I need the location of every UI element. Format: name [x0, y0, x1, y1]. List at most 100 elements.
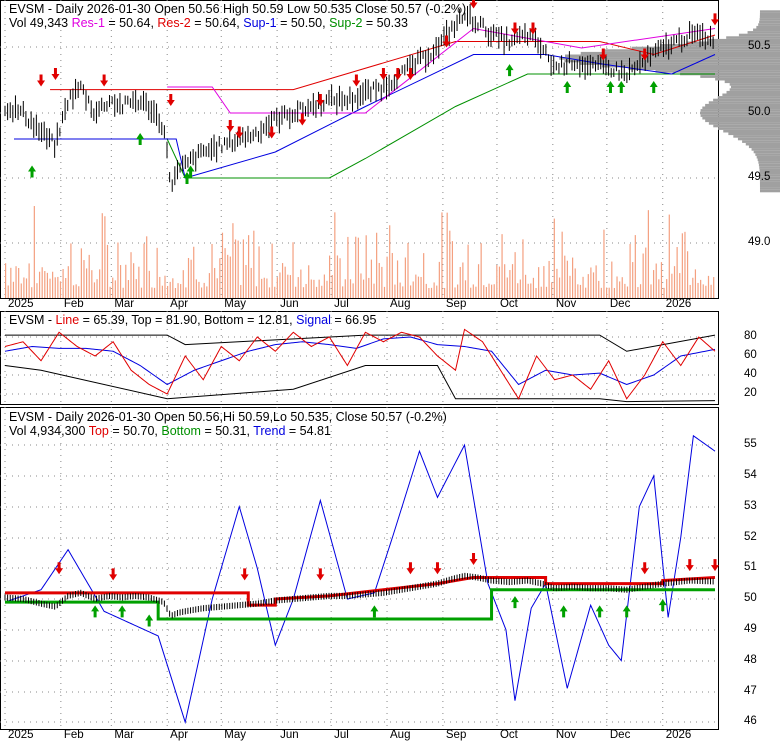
volume-bar [577, 284, 579, 298]
volume-bar [498, 266, 501, 298]
volume-bar [710, 284, 712, 298]
volume-bar [310, 279, 312, 298]
volume-bar [38, 271, 41, 298]
x-tick-label: Nov [555, 729, 577, 741]
volume-bar [663, 287, 665, 298]
volume-bar [394, 284, 396, 298]
volume-bar [289, 275, 292, 298]
volume-bar [522, 239, 524, 298]
volume-bar [446, 212, 448, 298]
volume-bar [412, 281, 414, 298]
volume-profile-bar [708, 101, 780, 104]
volume-bar [336, 255, 339, 298]
y-tick-label: 50.0 [748, 106, 771, 118]
volume-bar [109, 286, 111, 298]
x-tick-label: Jun [280, 298, 299, 310]
volume-bar [647, 210, 649, 298]
volume-bar [417, 276, 420, 298]
volume-profile-bar [655, 70, 780, 73]
volume-bar [33, 206, 35, 298]
volume-bar [190, 259, 192, 298]
volume-bar [70, 243, 72, 298]
x-tick-label: Jul [334, 298, 349, 310]
osc-header: EVSM - Line = 65.39, Top = 81.90, Bottom… [9, 313, 376, 327]
sup2-value: = 50.33 [362, 16, 408, 30]
volume-bar [106, 244, 109, 298]
volume-bar [517, 283, 519, 298]
volume-bar [436, 285, 438, 298]
volume-bar [483, 285, 485, 298]
volume-bar [234, 239, 237, 298]
volume-bar [80, 248, 82, 298]
trend-top-label: Top [88, 424, 109, 438]
volume-bar [686, 251, 689, 298]
volume-bar [540, 286, 542, 298]
volume-bar [420, 276, 422, 298]
volume-bar [655, 263, 657, 298]
volume-bar [676, 247, 678, 298]
chart-canvas [0, 0, 780, 730]
x-tick-label: Feb [63, 298, 84, 310]
volume-bar [425, 283, 427, 298]
trend-volume: Vol 4,934,300 [9, 424, 89, 438]
volume-bar [561, 231, 563, 298]
volume-bar [86, 268, 88, 298]
volume-bar [88, 254, 90, 298]
volume-bar [331, 275, 333, 298]
volume-bar [169, 281, 171, 298]
volume-bar [639, 284, 642, 298]
volume-bar [23, 277, 25, 298]
volume-profile-bar [733, 135, 780, 138]
volume-profile-bar [580, 51, 780, 55]
volume-bar [613, 287, 616, 298]
volume-profile-bar [728, 132, 780, 136]
volume-bar [506, 277, 508, 298]
volume-profile-bar [759, 189, 780, 193]
volume-bar [49, 278, 51, 298]
volume-bar [389, 225, 391, 298]
volume-bar [391, 253, 393, 298]
volume-bar [705, 285, 707, 298]
volume-profile-bar [559, 57, 780, 60]
volume-bar [443, 287, 446, 298]
volume-profile-bar [755, 153, 780, 156]
volume-bar [634, 235, 636, 298]
volume-bar [462, 262, 464, 298]
volume-bar [668, 214, 670, 298]
volume-bar [36, 283, 38, 298]
volume-profile-bar [628, 67, 780, 71]
volume-profile-bar [700, 75, 780, 78]
volume-profile-bar [738, 33, 780, 37]
volume-bar [464, 280, 467, 298]
volume-bar [308, 265, 310, 298]
volume-bar [93, 282, 96, 298]
volume-profile-bar [759, 166, 780, 169]
volume-bar [376, 232, 378, 298]
volume-profile-bar [723, 129, 780, 133]
volume-bar [428, 287, 430, 298]
res1-value: = 50.64, [104, 16, 158, 30]
volume-bar [632, 262, 634, 298]
x-tick-label: Aug [390, 729, 411, 741]
volume-bar [467, 244, 469, 298]
trend-header-line1: EVSM - Daily 2026-01-30 Open 50.56,Hi 50… [9, 410, 447, 424]
volume-bar [349, 279, 352, 298]
volume-profile-bar [751, 148, 780, 151]
volume-bar [28, 263, 30, 298]
volume-profile-bar [758, 161, 780, 164]
volume-bar [660, 262, 663, 298]
volume-profile-bar [742, 140, 780, 143]
volume-profile-bar [713, 98, 780, 102]
volume-bar [59, 281, 62, 298]
volume-bar [67, 266, 69, 298]
volume-bar [334, 212, 336, 298]
volume-bar [140, 287, 143, 298]
volume-bar [41, 267, 43, 298]
volume-bar [535, 287, 537, 298]
volume-bar [532, 277, 535, 298]
volume-bar [258, 246, 260, 298]
volume-bar [449, 230, 451, 298]
volume-bar [323, 274, 325, 298]
volume-bar [18, 268, 20, 298]
volume-bar [454, 287, 456, 298]
